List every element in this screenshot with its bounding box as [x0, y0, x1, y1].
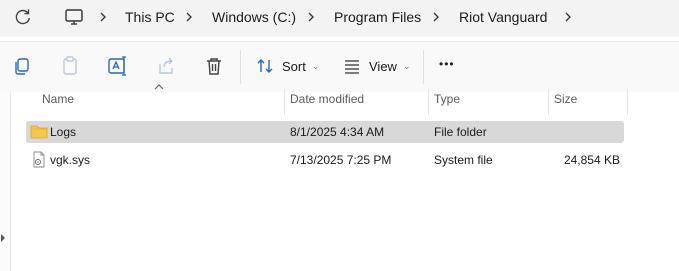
- column-header-type[interactable]: Type: [434, 92, 460, 112]
- breadcrumb-riot-vanguard[interactable]: Riot Vanguard: [459, 9, 547, 25]
- column-header-size[interactable]: Size: [554, 92, 577, 112]
- refresh-icon[interactable]: [12, 6, 34, 28]
- file-type: File folder: [434, 125, 487, 139]
- column-divider[interactable]: [284, 89, 285, 115]
- column-header-name[interactable]: Name: [42, 92, 74, 112]
- view-button[interactable]: View ⌄: [343, 52, 411, 80]
- table-row[interactable]: vgk.sys 7/13/2025 7:25 PM System file 24…: [26, 149, 624, 171]
- sort-button[interactable]: Sort ⌄: [256, 52, 319, 80]
- delete-icon[interactable]: [202, 54, 226, 78]
- system-file-icon: [33, 151, 45, 168]
- folder-icon: [30, 125, 48, 139]
- this-pc-icon[interactable]: [64, 7, 84, 27]
- file-date: 7/13/2025 7:25 PM: [290, 153, 392, 167]
- sort-ascending-icon: [154, 84, 164, 90]
- navigation-pane-edge: [0, 91, 11, 271]
- copy-icon[interactable]: [10, 54, 34, 78]
- expand-pane-arrow-icon[interactable]: [0, 233, 6, 243]
- address-bar: This PC Windows (C:) Program Files Riot …: [0, 0, 679, 37]
- breadcrumb-this-pc[interactable]: This PC: [125, 9, 175, 25]
- file-date: 8/1/2025 4:34 AM: [290, 125, 385, 139]
- more-options-button[interactable]: •••: [439, 57, 455, 71]
- column-divider[interactable]: [627, 89, 628, 115]
- chevron-right-icon: [186, 12, 192, 22]
- table-row[interactable]: Logs 8/1/2025 4:34 AM File folder: [26, 121, 624, 143]
- rename-icon[interactable]: [106, 54, 130, 78]
- toolbar-divider: [423, 50, 424, 84]
- file-type: System file: [434, 153, 493, 167]
- breadcrumb-drive[interactable]: Windows (C:): [212, 9, 296, 25]
- column-divider[interactable]: [428, 89, 429, 115]
- sort-label: Sort: [282, 58, 306, 74]
- breadcrumb-program-files[interactable]: Program Files: [334, 9, 421, 25]
- chevron-right-icon: [308, 12, 314, 22]
- column-divider[interactable]: [548, 89, 549, 115]
- chevron-right-icon: [433, 12, 439, 22]
- file-name: Logs: [50, 125, 77, 139]
- sort-icon: [257, 59, 273, 73]
- share-icon[interactable]: [154, 54, 178, 78]
- paste-icon[interactable]: [58, 54, 82, 78]
- view-icon: [345, 60, 359, 74]
- view-label: View: [369, 58, 397, 74]
- file-name: vgk.sys: [50, 153, 91, 167]
- file-size: 24,854 KB: [563, 153, 620, 167]
- chevron-down-icon: ⌄: [402, 60, 411, 71]
- toolbar-divider: [240, 50, 241, 84]
- command-bar: Sort ⌄ View ⌄ •••: [0, 41, 679, 92]
- column-header-date[interactable]: Date modified: [290, 92, 364, 112]
- chevron-down-icon: ⌄: [311, 60, 320, 71]
- chevron-right-icon[interactable]: [562, 9, 574, 25]
- chevron-right-icon: [100, 12, 106, 22]
